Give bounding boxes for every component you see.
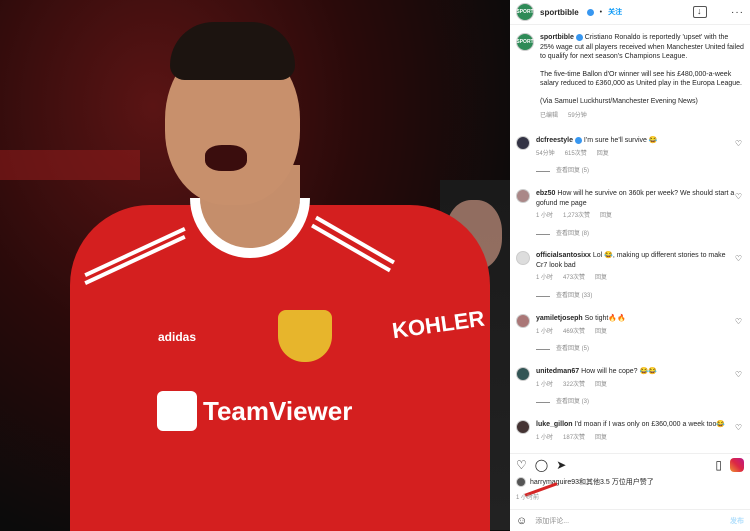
brand-logo: adidas (158, 330, 197, 344)
post-header: SPORT sportbible • 关注 ··· (510, 0, 750, 25)
comment-time: 1 小时 (536, 275, 554, 281)
comment-time: 1 小时 (536, 328, 554, 335)
commenter-username[interactable]: ebz50 (536, 190, 555, 197)
comment-text: I'm sure he'll survive 😂 (583, 137, 658, 144)
follow-button[interactable]: 关注 (608, 7, 622, 17)
commenter-username[interactable]: dcfreestyle (536, 137, 573, 144)
commenter-username[interactable]: luke_gillon (536, 421, 573, 428)
comment-item: dcfreestyle I'm sure he'll survive 😂 54分… (510, 136, 750, 177)
comment-likes[interactable]: 473次赞 (563, 274, 585, 284)
comment-likes[interactable]: 322次赞 (563, 381, 585, 391)
reply-button[interactable]: 回复 (595, 328, 607, 338)
caption-username[interactable]: sportbible (540, 34, 574, 41)
commenter-avatar[interactable] (516, 189, 530, 203)
comment-item: officialsantosixx Lol 😂, making up diffe… (510, 251, 750, 301)
more-options-button[interactable]: ··· (731, 7, 744, 18)
reply-button[interactable]: 回复 (595, 434, 607, 444)
instagram-post-view: adidas KOHLER TeamViewer SPORT sportbibl… (0, 0, 750, 531)
comment-time: 1 小时 (536, 434, 554, 441)
comments-scroll[interactable]: SPORT sportbible Cristiano Ronaldo is re… (510, 26, 750, 450)
caption-text: The five-time Ballon d'Or winner will se… (540, 70, 742, 88)
like-heart-icon[interactable]: ♡ (516, 458, 527, 472)
commenter-avatar[interactable] (516, 420, 530, 434)
liker-avatar (516, 477, 526, 487)
like-comment-icon[interactable]: ♡ (735, 254, 742, 263)
post-comment-button[interactable]: 发布 (730, 516, 744, 526)
add-comment-bar: ☺ 添加评论... 发布 (510, 509, 750, 531)
edited-label: 已编辑 (540, 113, 559, 119)
player-mouth (205, 145, 247, 171)
post-time-ago: 1 小时前 (516, 495, 540, 501)
instagram-app-icon[interactable] (730, 457, 744, 472)
account-username[interactable]: sportbible (540, 8, 579, 17)
post-side-panel: SPORT sportbible • 关注 ··· SPORT sportbib… (510, 0, 750, 531)
sponsor-icon (157, 391, 197, 431)
view-replies-button[interactable]: 查看回复 (5) (536, 345, 736, 355)
comment-text: I'd moan if I was only on £360,000 a wee… (574, 421, 726, 428)
reply-button[interactable]: 回复 (595, 274, 607, 284)
comment-time: 1 小时 (536, 213, 554, 219)
account-avatar[interactable]: SPORT (516, 3, 534, 21)
comment-item: yamiletjoseph So tight🔥🔥 1 小时 469次赞 回复 查看回… (510, 314, 750, 355)
post-actions-bar: ♡ ◯ ➤ ▯ (510, 453, 750, 475)
verified-badge-icon (586, 8, 594, 16)
comment-text: How will he cope? 😂😂 (581, 368, 657, 375)
caption-time: 59分钟 (568, 113, 587, 119)
share-send-icon[interactable]: ➤ (556, 458, 566, 472)
like-comment-icon[interactable]: ♡ (735, 139, 742, 148)
comment-input[interactable]: 添加评论... (535, 516, 569, 526)
like-comment-icon[interactable]: ♡ (735, 370, 742, 379)
commenter-avatar[interactable] (516, 314, 530, 328)
comment-likes[interactable]: 615次赞 (565, 150, 587, 160)
reply-button[interactable]: 回复 (595, 381, 607, 391)
commenter-avatar[interactable] (516, 136, 530, 150)
background-banner (0, 150, 140, 180)
commenter-username[interactable]: unitedman67 (536, 368, 579, 375)
comment-likes[interactable]: 1,273次赞 (563, 212, 590, 222)
comment-likes[interactable]: 187次赞 (563, 434, 585, 444)
sponsor-text: TeamViewer (203, 395, 353, 426)
player-hair (170, 22, 295, 80)
caption-text: (Via Samuel Luckhurst/Manchester Evening… (540, 97, 698, 105)
shirt-sponsor: TeamViewer (157, 387, 352, 435)
like-comment-icon[interactable]: ♡ (735, 317, 742, 326)
view-replies-button[interactable]: 查看回复 (3) (536, 398, 736, 408)
reply-button[interactable]: 回复 (597, 150, 609, 160)
verified-badge-icon (575, 33, 583, 41)
comment-text: How will he survive on 360k per week? We… (536, 190, 735, 207)
post-caption: SPORT sportbible Cristiano Ronaldo is re… (510, 26, 750, 122)
reply-button[interactable]: 回复 (600, 212, 612, 222)
comment-item: luke_gillon I'd moan if I was only on £3… (510, 420, 750, 443)
club-crest (278, 310, 332, 362)
comment-time: 1 小时 (536, 381, 554, 388)
download-icon[interactable] (693, 6, 707, 18)
commenter-username[interactable]: yamiletjoseph (536, 315, 583, 322)
view-replies-button[interactable]: 查看回复 (5) (536, 167, 736, 177)
comment-text: So tight🔥🔥 (584, 315, 626, 322)
commenter-username[interactable]: officialsantosixx (536, 252, 591, 259)
view-replies-button[interactable]: 查看回复 (33) (536, 292, 736, 302)
like-comment-icon[interactable]: ♡ (735, 423, 742, 432)
comment-bubble-icon[interactable]: ◯ (535, 458, 548, 472)
emoji-icon[interactable]: ☺ (516, 515, 527, 527)
post-photo[interactable]: adidas KOHLER TeamViewer (0, 0, 510, 531)
bookmark-icon[interactable]: ▯ (715, 458, 722, 472)
caption-avatar[interactable]: SPORT (516, 33, 534, 51)
comment-time: 54分钟 (536, 150, 555, 157)
comment-item: unitedman67 How will he cope? 😂😂 1 小时 322… (510, 367, 750, 408)
comment-likes[interactable]: 469次赞 (563, 328, 585, 338)
commenter-avatar[interactable] (516, 367, 530, 381)
view-replies-button[interactable]: 查看回复 (8) (536, 230, 736, 240)
verified-badge-icon (574, 136, 582, 144)
like-comment-icon[interactable]: ♡ (735, 192, 742, 201)
likes-summary[interactable]: harrymaguire93和其他3.5 万位用户赞了 (516, 477, 654, 487)
commenter-avatar[interactable] (516, 251, 530, 265)
comment-item: ebz50 How will he survive on 360k per we… (510, 189, 750, 239)
